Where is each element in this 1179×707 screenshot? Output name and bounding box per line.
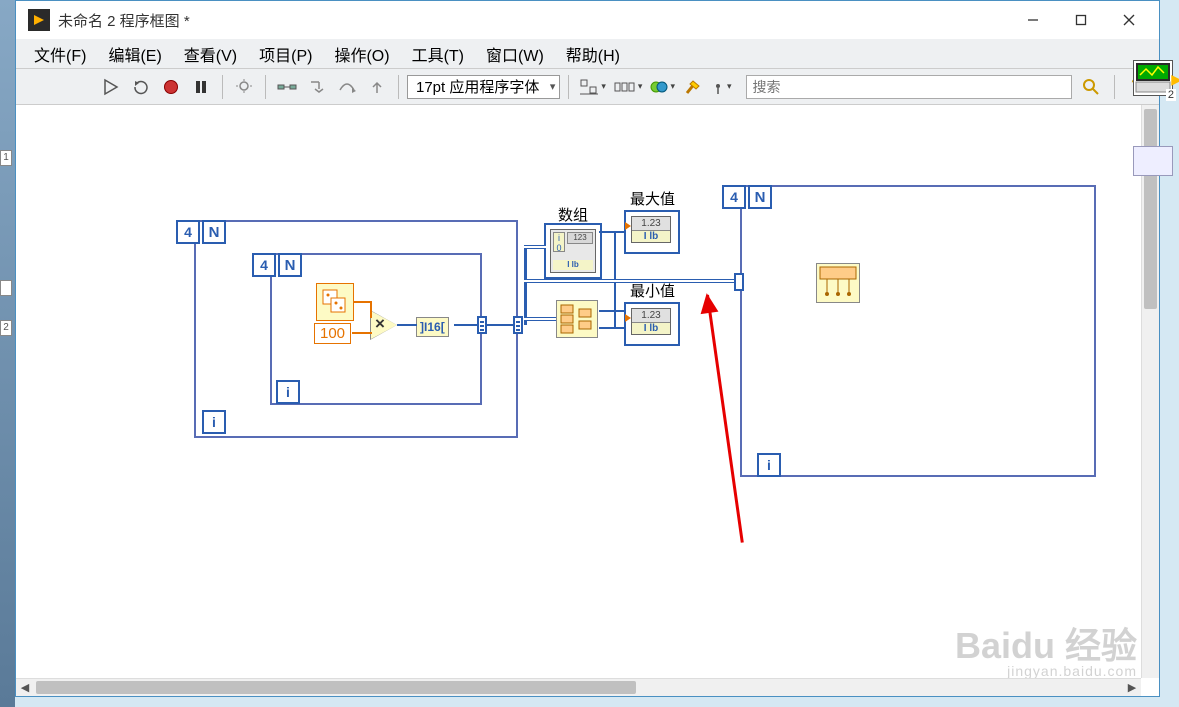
titlebar: 未命名 2 程序框图 * [16, 1, 1159, 39]
font-selector[interactable]: 17pt 应用程序字体 [407, 75, 560, 99]
menu-project[interactable]: 项目(P) [249, 38, 322, 70]
desktop-background-strip [0, 0, 15, 707]
to-i16-node[interactable]: ]I16[ [416, 317, 449, 337]
subvi-node[interactable] [816, 263, 860, 303]
minimize-button[interactable] [1009, 4, 1057, 37]
step-out-button[interactable] [364, 74, 390, 100]
max-label: 最大值 [630, 188, 675, 209]
wire [599, 327, 625, 329]
window-title: 未命名 2 程序框图 * [58, 10, 1009, 31]
scrollbar-thumb[interactable] [36, 681, 636, 694]
side-palette: 2 ▶ [1133, 60, 1177, 176]
min-indicator: 1.23 I lb [631, 308, 671, 335]
run-button[interactable] [98, 74, 124, 100]
menu-view[interactable]: 查看(V) [174, 38, 247, 70]
menu-window[interactable]: 窗口(W) [476, 38, 554, 70]
loop2-i: i [276, 380, 300, 404]
min-label: 最小值 [630, 280, 675, 301]
scroll-left-icon[interactable]: ◀ [16, 679, 34, 696]
chevron-right-icon: ▶ [1171, 71, 1179, 88]
vertical-scrollbar[interactable] [1141, 105, 1159, 678]
loop1-count[interactable]: 4 [176, 220, 200, 244]
block-diagram-canvas[interactable]: 4 N i 4 N i 100 ]I16[ [16, 105, 1159, 696]
wire [352, 332, 372, 334]
pause-button[interactable] [188, 74, 214, 100]
palette-slot[interactable] [1133, 146, 1173, 176]
loop2-count[interactable]: 4 [252, 253, 276, 277]
resize-button[interactable]: ▾ [648, 75, 677, 99]
search-box[interactable] [746, 75, 1073, 99]
abort-button[interactable] [158, 74, 184, 100]
separator [222, 75, 223, 99]
wire [397, 324, 417, 326]
menu-operate[interactable]: 操作(O) [324, 38, 399, 70]
align-button[interactable]: ▾ [577, 75, 608, 99]
font-label: 17pt 应用程序字体 [416, 76, 539, 97]
loop3-tunnel[interactable] [734, 273, 744, 291]
wire [599, 231, 625, 233]
separator [568, 75, 569, 99]
loop2-tunnel[interactable] [477, 316, 487, 334]
wire-to-loop3 [524, 279, 734, 283]
menu-file[interactable]: 文件(F) [24, 38, 96, 70]
loop3-i: i [757, 453, 781, 477]
reorder-button[interactable]: ▾ [709, 75, 734, 99]
cleanup-button[interactable] [681, 75, 705, 99]
loop1-N: N [202, 220, 226, 244]
constant-100[interactable]: 100 [314, 323, 351, 344]
wire [454, 324, 478, 326]
separator [265, 75, 266, 99]
step-over-button[interactable] [334, 74, 360, 100]
wire [614, 231, 616, 311]
palette-badge: 2 [1166, 89, 1176, 101]
menubar: 文件(F) 编辑(E) 查看(V) 项目(P) 操作(O) 工具(T) 窗口(W… [16, 39, 1159, 69]
multiply-node[interactable] [371, 311, 397, 339]
wire [599, 310, 625, 312]
loop3-count[interactable]: 4 [722, 185, 746, 209]
wire [524, 245, 527, 325]
wire [524, 317, 556, 321]
search-icon[interactable] [1076, 74, 1106, 100]
desktop-badge: 2 [0, 320, 12, 336]
diagram: 4 N i 4 N i 100 ]I16[ [16, 105, 1141, 678]
array-indicator: i0 123 I lb [550, 229, 596, 273]
wire [370, 301, 372, 318]
highlight-exec-button[interactable] [231, 74, 257, 100]
vi-icon-button[interactable]: 2 ▶ [1133, 60, 1173, 96]
menu-edit[interactable]: 编辑(E) [98, 38, 171, 70]
app-icon [28, 9, 50, 31]
loop2-N: N [278, 253, 302, 277]
max-indicator: 1.23 I lb [631, 216, 671, 243]
close-button[interactable] [1105, 4, 1153, 37]
step-into-button[interactable] [304, 74, 330, 100]
maximize-button[interactable] [1057, 4, 1105, 37]
wire [614, 310, 616, 328]
menu-tools[interactable]: 工具(T) [402, 38, 474, 70]
loop1-i: i [202, 410, 226, 434]
toolbar: 17pt 应用程序字体 ▾ ▾ ▾ ▾ ? [16, 69, 1159, 105]
loop3-N: N [748, 185, 772, 209]
distribute-button[interactable]: ▾ [612, 75, 645, 99]
wire [487, 324, 515, 326]
separator [398, 75, 399, 99]
menu-help[interactable]: 帮助(H) [556, 38, 630, 70]
annotation-arrow [706, 295, 744, 543]
retain-wire-button[interactable] [274, 74, 300, 100]
labview-window: 未命名 2 程序框图 * 文件(F) 编辑(E) 查看(V) 项目(P) 操作(… [15, 0, 1160, 697]
scroll-right-icon[interactable]: ▶ [1123, 679, 1141, 696]
for-loop-right[interactable] [740, 185, 1096, 477]
horizontal-scrollbar[interactable]: ◀ ▶ [16, 678, 1141, 696]
desktop-badge: 1 [0, 150, 12, 166]
desktop-badge [0, 280, 12, 296]
search-input[interactable] [753, 79, 1066, 95]
run-continuous-button[interactable] [128, 74, 154, 100]
wire [524, 245, 546, 249]
array-maxmin-node[interactable] [556, 300, 598, 338]
random-node[interactable] [316, 283, 354, 321]
array-label: 数组 [558, 204, 588, 225]
separator [1114, 75, 1115, 99]
